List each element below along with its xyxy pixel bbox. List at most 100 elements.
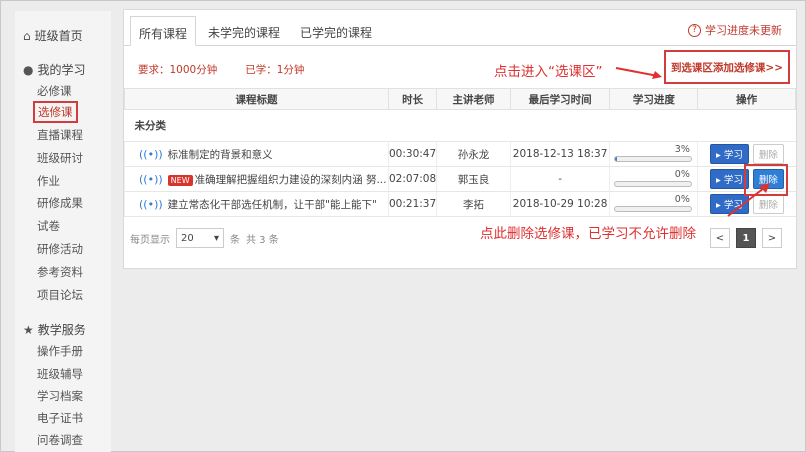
per-page-unit: 条 (230, 234, 240, 246)
annotation-select-area: 点击进入“选课区” (494, 64, 603, 80)
home-icon: ⌂ (23, 28, 31, 43)
last-time-cell: - (509, 166, 610, 192)
window-frame: ⌂ 班级首页 ● 我的学习 必修课 选修课 直播课程 班级研讨 作业 研修成果 … (0, 0, 806, 452)
category-label: 未分类 (124, 109, 796, 142)
total-count: 共 3 条 (246, 234, 279, 246)
col-duration: 时长 (387, 88, 438, 110)
broadcast-icon: ((•)) (139, 172, 163, 186)
tab-finished-courses[interactable]: 已学完的课程 (292, 16, 380, 46)
duration-cell: 00:21:37 (387, 191, 437, 217)
teacher-cell: 孙永龙 (436, 141, 511, 167)
sidebar-item-tutoring[interactable]: 班级辅导 (37, 366, 83, 382)
prev-page-button[interactable]: < (710, 228, 730, 248)
progress-percent: 0% (674, 169, 690, 180)
duration-cell: 00:30:47 (387, 141, 437, 167)
progress-percent: 3% (674, 144, 690, 155)
tab-all-courses[interactable]: 所有课程 (130, 16, 197, 46)
sidebar: ⌂ 班级首页 ● 我的学习 必修课 选修课 直播课程 班级研讨 作业 研修成果 … (15, 11, 111, 452)
table-row: ((•)) NEW 准确理解把握组织力建设的深刻内涵 努... 02:07:08 郭… (124, 166, 796, 192)
tab-unfinished-courses[interactable]: 未学完的课程 (200, 16, 288, 46)
last-time-cell: 2018-12-13 18:37 (509, 141, 610, 167)
sidebar-teaching-services: ★ 教学服务 (23, 321, 86, 338)
last-time-cell: 2018-10-29 10:28 (509, 191, 610, 217)
sidebar-item-elective[interactable]: 选修课 (33, 101, 78, 123)
course-table: 课程标题 时长 主讲老师 最后学习时间 学习进度 操作 未分类 ((•)) 标准制… (124, 88, 796, 217)
sidebar-item-forum[interactable]: 项目论坛 (37, 287, 83, 303)
course-title: 标准制定的背景和意义 (167, 148, 273, 161)
sidebar-item-required[interactable]: 必修课 (37, 83, 72, 99)
col-teacher: 主讲老师 (436, 88, 511, 110)
sidebar-item-archive[interactable]: 学习档案 (37, 388, 83, 404)
col-progress: 学习进度 (609, 88, 699, 110)
sidebar-item-results[interactable]: 研修成果 (37, 195, 83, 211)
progress-track (613, 156, 692, 162)
question-icon: ? (688, 23, 701, 37)
course-title: 准确理解把握组织力建设的深刻内涵 努... (194, 173, 387, 186)
table-header-row: 课程标题 时长 主讲老师 最后学习时间 学习进度 操作 (124, 88, 796, 110)
course-title-cell[interactable]: ((•)) 标准制定的背景和意义 (124, 141, 389, 167)
broadcast-icon: ((•)) (139, 197, 163, 211)
actions-cell: ▸ 学习 删除 (697, 141, 796, 167)
page-size-select[interactable]: 20 ▾ (176, 228, 224, 248)
annotation-arrow-up-icon (727, 183, 770, 217)
sidebar-item-activities[interactable]: 研修活动 (37, 241, 83, 257)
requirement-text: 要求：1000分钟 (138, 64, 218, 76)
pagination: < 1 > (710, 228, 782, 248)
sidebar-item-certificate[interactable]: 电子证书 (37, 410, 83, 426)
study-label: 学习 (723, 150, 743, 161)
per-page-label: 每页显示 (130, 234, 170, 246)
sidebar-item-live[interactable]: 直播课程 (37, 127, 83, 143)
sidebar-my-learning: ● 我的学习 (23, 61, 86, 78)
annotation-arrow-right-icon (615, 67, 662, 79)
col-last-time: 最后学习时间 (509, 88, 611, 110)
star-icon: ★ (23, 322, 34, 337)
table-row: ((•)) 建立常态化干部选任机制，让干部"能上能下" 00:21:37 李拓 2… (124, 191, 796, 217)
progress-bar: 0% (613, 169, 694, 189)
next-page-button[interactable]: > (762, 228, 782, 248)
progress-help-link[interactable]: ? 学习进度未更新 (688, 22, 782, 38)
progress-percent: 0% (674, 194, 690, 205)
sidebar-home-label: 班级首页 (34, 29, 83, 43)
progress-fill (614, 157, 618, 161)
col-title: 课程标题 (124, 88, 389, 110)
sidebar-item-references[interactable]: 参考资料 (37, 264, 83, 280)
course-tabs: 所有课程 未学完的课程 已学完的课程 (130, 16, 384, 46)
teacher-cell: 李拓 (436, 191, 511, 217)
duration-cell: 02:07:08 (387, 166, 437, 192)
course-title: 建立常态化干部选任机制，让干部"能上能下" (167, 198, 377, 211)
page-1-button[interactable]: 1 (736, 228, 756, 248)
sidebar-my-learning-label: 我的学习 (37, 63, 86, 77)
course-panel: 所有课程 未学完的课程 已学完的课程 ? 学习进度未更新 要求：1000分钟 已… (123, 9, 797, 269)
study-button[interactable]: ▸ 学习 (710, 144, 749, 164)
sidebar-teaching-services-label: 教学服务 (37, 323, 86, 337)
chevron-down-icon: ▾ (213, 232, 219, 244)
course-title-cell[interactable]: ((•)) NEW 准确理解把握组织力建设的深刻内涵 努... (124, 166, 389, 192)
progress-help-label: 学习进度未更新 (705, 24, 782, 37)
category-row: 未分类 (124, 109, 796, 142)
sidebar-item-homework[interactable]: 作业 (37, 173, 60, 189)
user-icon: ● (23, 62, 34, 77)
delete-button-disabled: 删除 (752, 144, 784, 164)
progress-cell: 0% (609, 166, 698, 192)
progress-track (613, 206, 692, 212)
progress-cell: 3% (609, 141, 698, 167)
col-actions: 操作 (697, 88, 796, 110)
progress-bar: 0% (613, 194, 694, 214)
sidebar-item-manual[interactable]: 操作手册 (37, 343, 83, 359)
broadcast-icon: ((•)) (139, 147, 163, 161)
sidebar-item-survey[interactable]: 问卷调查 (37, 432, 83, 448)
requirement-summary: 要求：1000分钟 已学：1分钟 (138, 62, 304, 77)
new-badge: NEW (167, 174, 193, 186)
page-size-value: 20 (181, 232, 194, 244)
course-title-cell[interactable]: ((•)) 建立常态化干部选任机制，让干部"能上能下" (124, 191, 389, 217)
annotation-delete: 点此删除选修课，已学习不允许删除 (480, 226, 696, 242)
add-elective-link[interactable]: 到选课区添加选修课>> (664, 50, 790, 84)
sidebar-item-exam[interactable]: 试卷 (37, 218, 60, 234)
table-row: ((•)) 标准制定的背景和意义 00:30:47 孙永龙 2018-12-13 … (124, 141, 796, 167)
sidebar-item-seminar[interactable]: 班级研讨 (37, 150, 83, 166)
page-size-control: 每页显示 20 ▾ 条 共 3 条 (130, 228, 279, 248)
learned-text: 已学：1分钟 (245, 64, 305, 76)
progress-track (613, 181, 692, 187)
sidebar-home[interactable]: ⌂ 班级首页 (23, 27, 83, 44)
teacher-cell: 郭玉良 (436, 166, 511, 192)
